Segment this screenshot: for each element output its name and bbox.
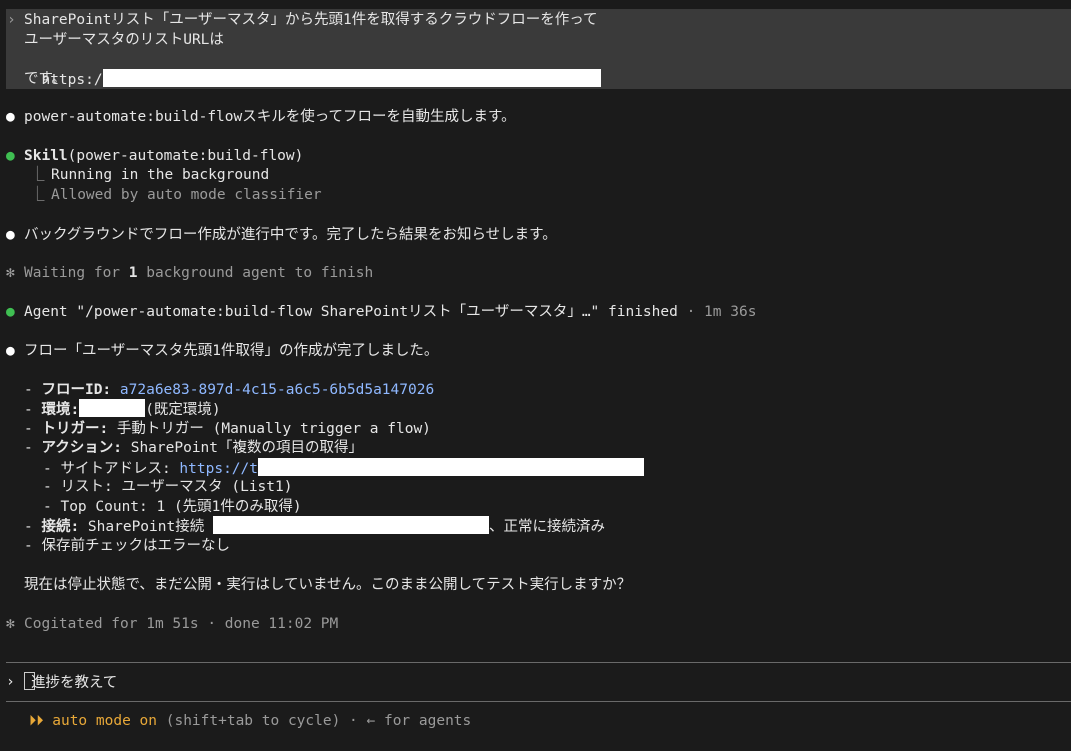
agent-finished-line: Agent "/power-automate:build-flow ShareP…: [24, 302, 756, 322]
waiting-prefix: Waiting for: [24, 265, 129, 281]
question-text: 現在は停止状態で、まだ公開・実行はしていません。このまま公開してテスト実行します…: [24, 577, 632, 593]
dash: -: [24, 519, 33, 535]
spinner-star-icon: ✻: [6, 265, 15, 281]
waiting-suffix: background agent to finish: [137, 265, 374, 281]
detail-connection: - 接続: SharePoint接続 、正常に接続済み: [24, 516, 605, 536]
action-value: SharePoint「複数の項目の取得」: [121, 440, 364, 456]
footer-status: ⏵⏵ auto mode on (shift+tab to cycle) · ←…: [29, 711, 471, 731]
dash: -: [24, 421, 33, 437]
tree-icon: ⎿: [30, 167, 45, 183]
env-label: 環境:: [41, 402, 80, 418]
trigger-value: 手動トリガー (Manually trigger a flow): [108, 421, 431, 437]
detail-environment: - 環境: (既定環境): [24, 399, 221, 419]
prompt-line-2: ユーザーマスタのリストURLは: [24, 32, 224, 48]
auto-mode-label[interactable]: auto mode on: [52, 713, 157, 729]
redacted-connection: [212, 516, 489, 534]
input-bottom-divider: [6, 701, 1071, 702]
bullet-icon-green: ●: [6, 304, 15, 320]
prompt-input-text: 進捗を教えて: [31, 675, 118, 691]
connection-label: 接続:: [41, 519, 80, 535]
prompt-line-3: https:/: [24, 49, 601, 88]
bullet-icon: ●: [6, 109, 15, 125]
detail-site-address: - サイトアドレス: https://t: [43, 458, 644, 478]
agent-time: · 1m 36s: [677, 304, 757, 320]
input-chevron: ›: [6, 674, 15, 690]
detail-flow-id: - フローID: a72a6e83-897d-4c15-a6c5-6b5d5a1…: [24, 380, 434, 400]
agent-text: Agent "/power-automate:build-flow ShareP…: [24, 304, 678, 320]
detail-trigger: - トリガー: 手動トリガー (Manually trigger a flow): [24, 419, 431, 439]
site-value: https://t: [179, 461, 258, 477]
skill-name: Skill: [24, 148, 68, 164]
skill-status-2: Allowed by auto mode classifier: [51, 187, 322, 203]
check-text: 保存前チェックはエラーなし: [41, 538, 230, 554]
prompt-input[interactable]: 進捗を教えて: [24, 672, 1064, 692]
footer-hint: (shift+tab to cycle) · ← for agents: [157, 713, 472, 729]
message-3: フロー「ユーザーマスタ先頭1件取得」の作成が完了しました。: [24, 343, 439, 359]
dash: -: [24, 402, 33, 418]
prompt-line-1: SharePointリスト「ユーザーマスタ」から先頭1件を取得するクラウドフロー…: [24, 12, 598, 28]
action-label: アクション:: [41, 440, 122, 456]
message-1: power-automate:build-flowスキルを使ってフローを自動生成…: [24, 109, 516, 125]
bullet-icon-green: ●: [6, 148, 15, 164]
dash: -: [24, 382, 33, 398]
bullet-icon: ●: [6, 227, 15, 243]
cogitated-status: Cogitated for 1m 51s · done 11:02 PM: [24, 616, 339, 632]
skill-line: Skill(power-automate:build-flow): [24, 146, 303, 166]
env-suffix: (既定環境): [145, 402, 221, 418]
tree-icon: ⎿: [30, 187, 45, 203]
prompt-chevron: ›: [7, 12, 16, 28]
flow-id-value: a72a6e83-897d-4c15-a6c5-6b5d5a147026: [119, 382, 435, 398]
flow-id-label: フローID:: [41, 382, 112, 398]
connection-status: 、正常に接続済み: [488, 519, 605, 535]
redacted-env: [79, 399, 146, 417]
detail-action: - アクション: SharePoint「複数の項目の取得」: [24, 438, 363, 458]
waiting-count: 1: [128, 265, 138, 281]
input-top-divider: [6, 662, 1071, 663]
detail-list: - リスト: ユーザーマスタ (List1): [43, 479, 293, 495]
redacted-url: [102, 69, 601, 87]
redacted-site: [258, 458, 644, 476]
trigger-label: トリガー:: [41, 421, 109, 437]
fast-forward-icon: ⏵⏵: [29, 713, 44, 729]
detail-check: - 保存前チェックはエラーなし: [24, 536, 230, 556]
site-label: - サイトアドレス:: [43, 461, 180, 477]
bullet-icon: ●: [6, 343, 15, 359]
skill-status-1: Running in the background: [51, 167, 270, 183]
detail-top-count: - Top Count: 1 (先頭1件のみ取得): [43, 499, 302, 515]
skill-arg: (power-automate:build-flow): [67, 148, 304, 164]
spinner-star-icon: ✻: [6, 616, 15, 632]
dash: -: [24, 538, 33, 554]
connection-value: SharePoint接続: [79, 519, 213, 535]
waiting-status: Waiting for 1 background agent to finish: [24, 263, 373, 283]
prompt-line-4: です。: [24, 71, 67, 87]
message-2: バックグラウンドでフロー作成が進行中です。完了したら結果をお知らせします。: [24, 227, 557, 243]
dash: -: [24, 440, 33, 456]
